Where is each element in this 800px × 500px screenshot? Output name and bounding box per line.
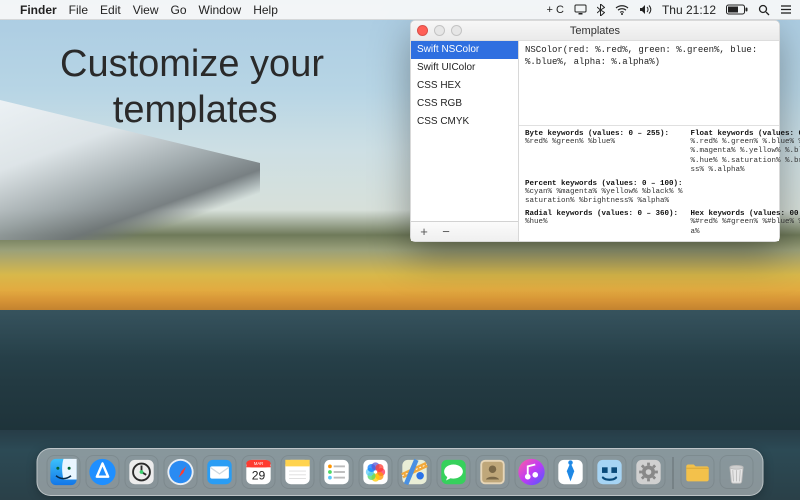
keyword-group-title: Radial keywords (values: 0 – 360): <box>525 210 683 218</box>
keyword-group-title: Hex keywords (values: 00 – FF): <box>691 210 800 218</box>
template-item[interactable]: Swift UIColor <box>411 59 518 77</box>
menubar-clock[interactable]: Thu 21:12 <box>662 3 716 17</box>
menu-go[interactable]: Go <box>171 3 187 17</box>
template-item[interactable]: CSS CMYK <box>411 113 518 131</box>
bluetooth-icon[interactable] <box>597 4 605 16</box>
keyword-group-title: Percent keywords (values: 0 – 100): <box>525 180 683 188</box>
dock-item-maps[interactable] <box>398 455 432 489</box>
dock-item-pixel-picker[interactable] <box>593 455 627 489</box>
window-zoom-button <box>451 25 462 36</box>
add-template-button[interactable]: + <box>417 225 431 239</box>
keyword-group: Byte keywords (values: 0 – 255):%red% %g… <box>525 130 683 176</box>
templates-sidebar: Swift NSColorSwift UIColorCSS HEXCSS RGB… <box>411 41 519 241</box>
template-item[interactable]: CSS RGB <box>411 95 518 113</box>
template-editor-pane: NSColor(red: %.red%, green: %.green%, bl… <box>519 41 779 241</box>
svg-text:MAR: MAR <box>254 461 263 466</box>
template-list[interactable]: Swift NSColorSwift UIColorCSS HEXCSS RGB… <box>411 41 518 221</box>
dock-item-downloads[interactable] <box>681 455 715 489</box>
remove-template-button[interactable]: − <box>439 225 453 239</box>
spotlight-icon[interactable] <box>758 4 770 16</box>
dock[interactable]: MAR 29 <box>37 448 764 496</box>
keyword-group-body: %red% %green% %blue% <box>525 138 683 147</box>
menu-help[interactable]: Help <box>253 3 278 17</box>
template-item[interactable]: CSS HEX <box>411 77 518 95</box>
dock-item-safari[interactable] <box>164 455 198 489</box>
dock-item-mail[interactable] <box>203 455 237 489</box>
menu-view[interactable]: View <box>133 3 159 17</box>
window-titlebar[interactable]: Templates <box>411 21 779 41</box>
status-plus-c[interactable]: + C <box>547 4 564 16</box>
dock-item-trash[interactable] <box>720 455 754 489</box>
battery-icon[interactable] <box>726 4 748 15</box>
keyword-group: Percent keywords (values: 0 – 100):%cyan… <box>525 180 683 207</box>
dock-separator <box>673 457 674 489</box>
template-code-area[interactable]: NSColor(red: %.red%, green: %.green%, bl… <box>519 41 779 126</box>
dock-container: MAR 29 <box>37 448 764 496</box>
dock-item-photos[interactable] <box>359 455 393 489</box>
menu-file[interactable]: File <box>69 3 88 17</box>
sidebar-footer: + − <box>411 221 518 241</box>
keyword-group-title: Float keywords (values: 0 – 1): <box>691 130 800 138</box>
keywords-reference: Byte keywords (values: 0 – 255):%red% %g… <box>519 126 779 241</box>
wifi-icon[interactable] <box>615 5 629 15</box>
window-minimize-button <box>434 25 445 36</box>
marketing-headline: Customize your templates <box>60 42 324 133</box>
window-title: Templates <box>570 25 620 37</box>
window-close-button[interactable] <box>417 25 428 36</box>
keyword-group-body: %hue% <box>525 218 683 227</box>
menu-edit[interactable]: Edit <box>100 3 121 17</box>
template-item[interactable]: Swift NSColor <box>411 41 518 59</box>
templates-window[interactable]: Templates Swift NSColorSwift UIColorCSS … <box>410 20 780 242</box>
keyword-group-body: %.red% %.green% %.blue% %.cyan% %.magent… <box>691 138 800 176</box>
dock-item-contacts[interactable] <box>476 455 510 489</box>
dock-item-calendar[interactable]: MAR 29 <box>242 455 276 489</box>
dock-item-activity-monitor[interactable] <box>125 455 159 489</box>
notification-center-icon[interactable] <box>780 4 792 15</box>
desktop: Finder File Edit View Go Window Help + C… <box>0 0 800 500</box>
dock-item-messages[interactable] <box>437 455 471 489</box>
app-menu[interactable]: Finder <box>20 3 57 17</box>
dock-item-finder[interactable] <box>47 455 81 489</box>
keyword-group-title: Byte keywords (values: 0 – 255): <box>525 130 683 138</box>
keyword-group <box>691 180 800 207</box>
dock-item-system-preferences[interactable] <box>632 455 666 489</box>
keyword-group-body: %#red% %#green% %#blue% %#alpha% <box>691 218 800 237</box>
keyword-group: Float keywords (values: 0 – 1):%.red% %.… <box>691 130 800 176</box>
menubar: Finder File Edit View Go Window Help + C… <box>0 0 800 20</box>
keyword-group-body: %cyan% %magenta% %yellow% %black% %satur… <box>525 188 683 207</box>
dock-item-reminders[interactable] <box>320 455 354 489</box>
keyword-group: Hex keywords (values: 00 – FF):%#red% %#… <box>691 210 800 237</box>
keyword-group: Radial keywords (values: 0 – 360):%hue% <box>525 210 683 237</box>
dock-item-itunes[interactable] <box>515 455 549 489</box>
menu-window[interactable]: Window <box>199 3 242 17</box>
svg-text:29: 29 <box>252 469 266 483</box>
dock-item-notes[interactable] <box>281 455 315 489</box>
volume-icon[interactable] <box>639 4 652 15</box>
dock-item-color-picker[interactable] <box>554 455 588 489</box>
display-icon[interactable] <box>574 4 587 15</box>
dock-item-app-store[interactable] <box>86 455 120 489</box>
